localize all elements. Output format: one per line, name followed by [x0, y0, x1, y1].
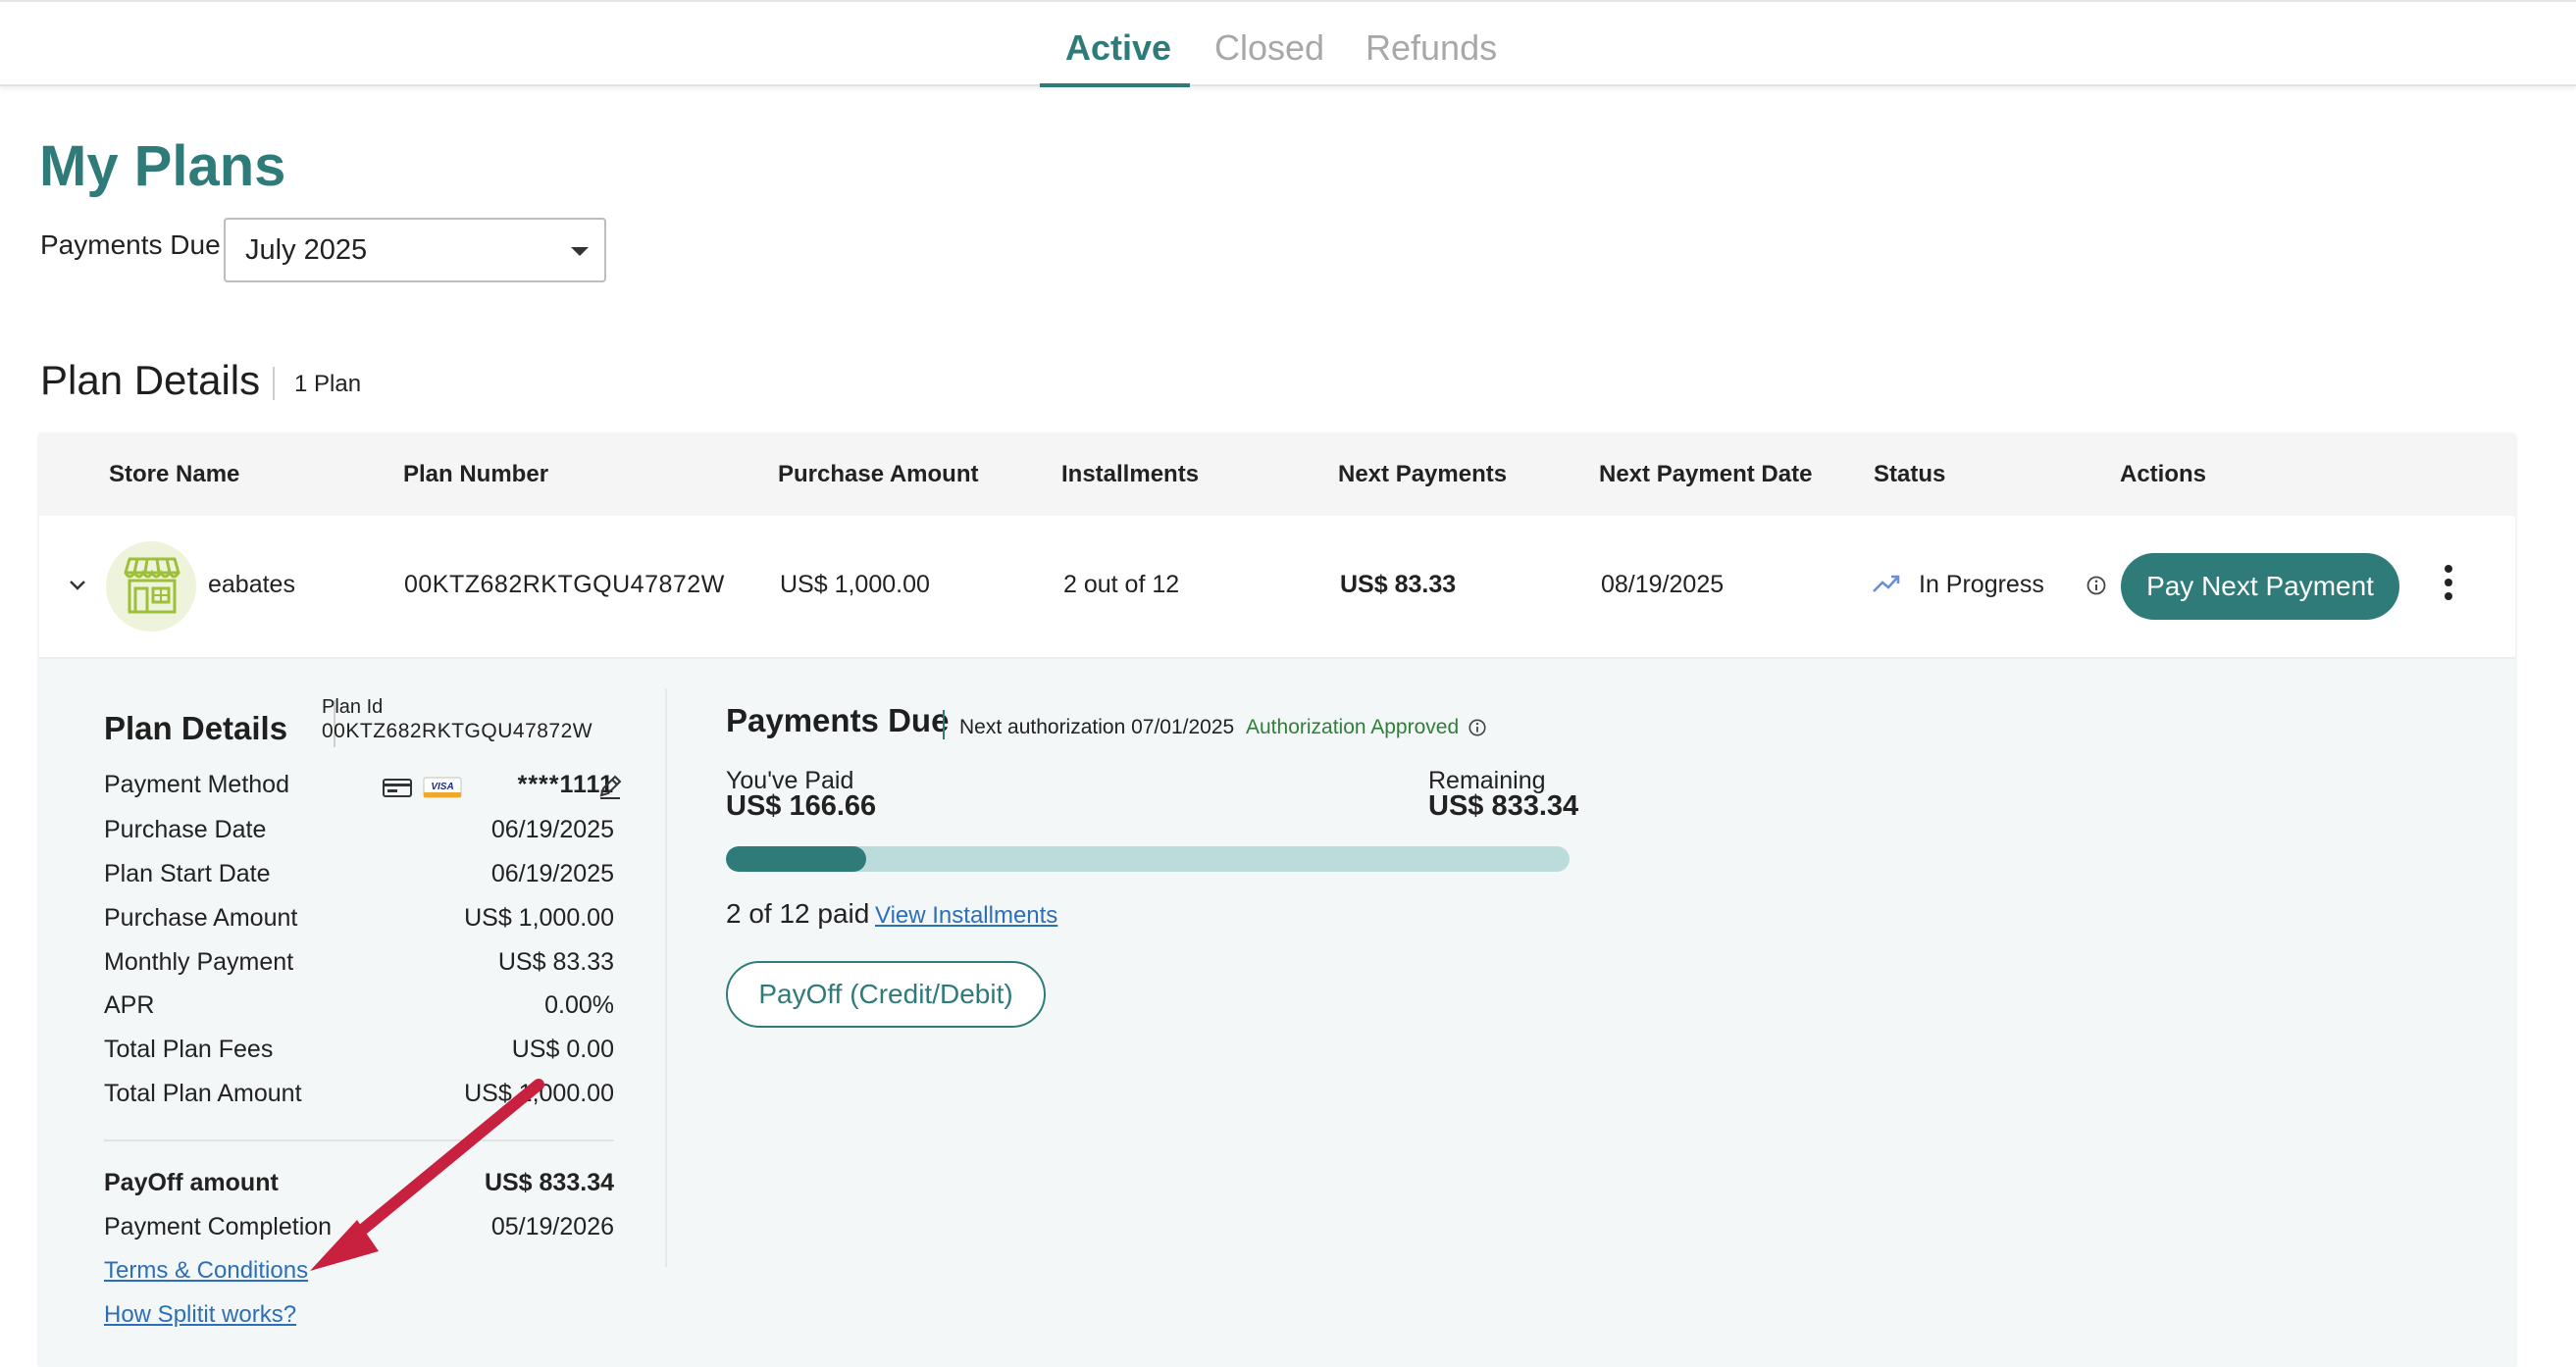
top-tab-bar: Active Closed Refunds: [0, 0, 2576, 88]
tab-closed[interactable]: Closed: [1214, 27, 1324, 88]
total-plan-amount-value: US$ 1,000.00: [464, 1080, 614, 1107]
total-plan-amount-label: Total Plan Amount: [104, 1080, 302, 1107]
purchase-date-value: 06/19/2025: [490, 816, 614, 843]
payment-completion-value: 05/19/2026: [490, 1213, 614, 1240]
plan-details-heading: Plan Details: [40, 357, 261, 403]
purchase-amount-value: US$ 1,000.00: [464, 904, 614, 932]
plan-id-value: 00KTZ682RKTGQU47872W: [322, 720, 593, 742]
apr-label: APR: [104, 991, 155, 1019]
plan-count: 1 Plan: [294, 371, 362, 397]
store-avatar: [106, 541, 196, 632]
plan-start-date-value: 06/19/2025: [490, 860, 614, 887]
payoff-amount-value: US$ 833.34: [484, 1169, 614, 1196]
plan-start-date-label: Plan Start Date: [104, 860, 271, 887]
payments-due-value: July 2025: [245, 234, 368, 266]
payments-due-divider: [943, 710, 945, 739]
edit-pencil-icon[interactable]: [596, 773, 624, 800]
panel-column-divider: [665, 688, 667, 1267]
header-next-payment-date: Next Payment Date: [1599, 461, 1813, 487]
panel-plan-details-title: Plan Details: [104, 710, 288, 746]
header-status: Status: [1874, 461, 1946, 487]
payment-method-icons: VISA: [383, 777, 485, 803]
payments-due-title: Payments Due: [726, 702, 950, 738]
purchase-amount-label: Purchase Amount: [104, 904, 298, 932]
payment-completion-label: Payment Completion: [104, 1213, 333, 1240]
credit-card-icon: VISA: [383, 777, 462, 798]
payment-progress-bar: [726, 846, 1570, 872]
payments-due-select[interactable]: July 2025: [224, 218, 606, 282]
heading-divider: [273, 367, 275, 400]
installments: 2 out of 12: [1063, 571, 1180, 598]
monthly-payment-value: US$ 83.33: [497, 948, 614, 976]
status-text: In Progress: [1919, 571, 2044, 598]
purchase-date-label: Purchase Date: [104, 816, 267, 843]
header-next-payments: Next Payments: [1338, 461, 1508, 487]
authorization-status: Authorization Approved: [1246, 716, 1460, 738]
total-plan-fees-label: Total Plan Fees: [104, 1036, 274, 1063]
store-name: eabates: [208, 571, 295, 598]
remaining-value: US$ 833.34: [1428, 790, 1579, 822]
installments-paid-count: 2 of 12 paid: [726, 898, 870, 929]
paid-value: US$ 166.66: [726, 790, 877, 822]
payments-due-label: Payments Due: [40, 229, 221, 260]
payoff-credit-debit-button[interactable]: PayOff (Credit/Debit): [726, 961, 1046, 1028]
details-separator: [104, 1139, 614, 1141]
payoff-amount-label: PayOff amount: [104, 1169, 279, 1196]
plan-id-label: Plan Id: [322, 696, 384, 718]
tab-refunds[interactable]: Refunds: [1365, 27, 1497, 88]
store-icon: [124, 557, 180, 614]
trending-up-icon: [1873, 575, 1900, 592]
table-row: eabates 00KTZ682RKTGQU47872W US$ 1,000.0…: [39, 516, 2515, 659]
table-header: Store Name Plan Number Purchase Amount I…: [39, 433, 2515, 516]
apr-value: 0.00%: [544, 991, 614, 1019]
payment-method-label: Payment Method: [104, 771, 289, 798]
plan-number: 00KTZ682RKTGQU47872W: [404, 571, 725, 598]
how-splitit-works-link[interactable]: How Splitit works?: [104, 1301, 296, 1329]
header-purchase-amount: Purchase Amount: [778, 461, 979, 487]
next-payment: US$ 83.33: [1340, 571, 1457, 598]
total-plan-fees-value: US$ 0.00: [511, 1036, 614, 1063]
next-payment-date: 08/19/2025: [1601, 571, 1725, 598]
view-installments-link[interactable]: View Installments: [875, 902, 1057, 930]
payment-progress-fill: [726, 846, 867, 872]
purchase-amount: US$ 1,000.00: [780, 571, 930, 598]
more-options-icon[interactable]: [2439, 565, 2458, 608]
header-installments: Installments: [1061, 461, 1200, 487]
visa-logo-text: VISA: [431, 782, 453, 792]
plans-table: Store Name Plan Number Purchase Amount I…: [39, 433, 2515, 1367]
info-icon[interactable]: [2086, 575, 2107, 596]
header-plan-number: Plan Number: [403, 461, 549, 487]
next-authorization: Next authorization 07/01/2025: [959, 716, 1235, 738]
page-title: My Plans: [39, 134, 286, 198]
header-actions: Actions: [2120, 461, 2207, 487]
monthly-payment-label: Monthly Payment: [104, 948, 294, 976]
active-tab-indicator: [1040, 83, 1190, 87]
authorization-info-icon[interactable]: [1468, 718, 1487, 737]
plan-details-panel: Plan Details Plan Id 00KTZ682RKTGQU47872…: [39, 659, 2515, 1367]
pay-next-payment-button[interactable]: Pay Next Payment: [2121, 553, 2399, 620]
chevron-down-icon[interactable]: [67, 575, 88, 596]
terms-conditions-link[interactable]: Terms & Conditions: [104, 1257, 308, 1285]
caret-down-icon: [571, 247, 589, 256]
tab-active[interactable]: Active: [1065, 27, 1171, 88]
header-store-name: Store Name: [109, 461, 240, 487]
